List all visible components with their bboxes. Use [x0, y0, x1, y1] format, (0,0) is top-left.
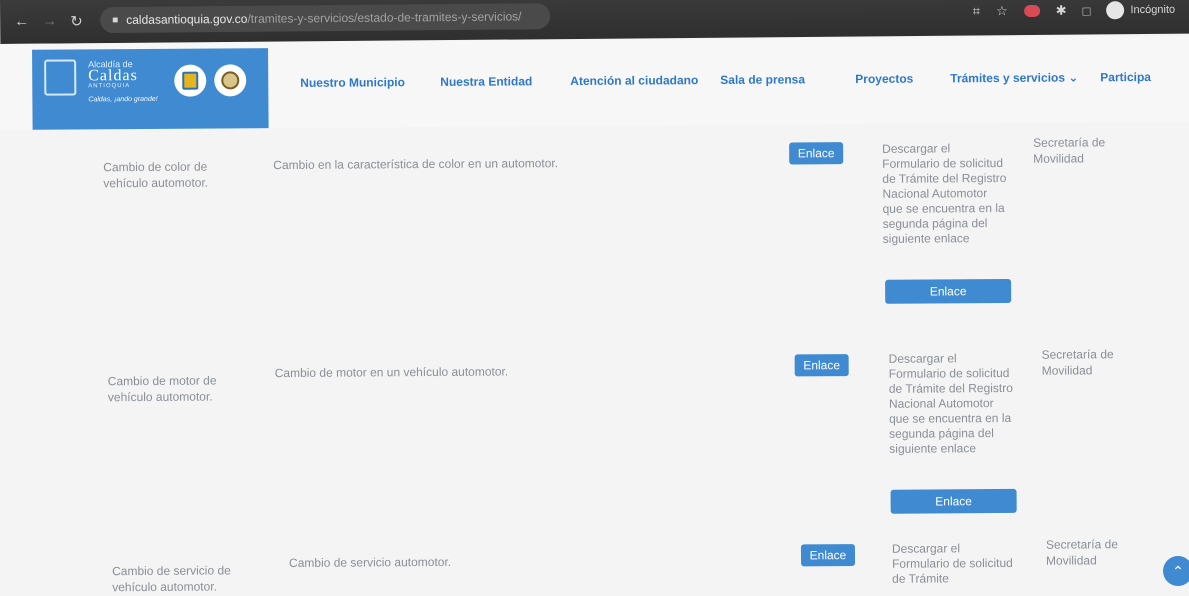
- tramites-table: Cambio de color de vehículo automotor. C…: [0, 122, 1189, 596]
- department: Secretaría de Movilidad: [1041, 347, 1114, 378]
- extension-icon[interactable]: [1023, 4, 1040, 18]
- star-icon[interactable]: ☆: [996, 3, 1008, 19]
- qr-code-icon[interactable]: ⌗: [973, 3, 980, 19]
- menu-item-participa[interactable]: Participa: [1100, 70, 1151, 84]
- menu-item-atencion-ciudadano[interactable]: Atención al ciudadano: [570, 73, 698, 88]
- table-row: Cambio de motor de vehículo automotor. C…: [2, 347, 1189, 514]
- reload-icon[interactable]: ↻: [70, 12, 83, 30]
- url-domain: caldasantioquia.gov.co: [126, 11, 248, 27]
- tramite-description: Cambio de motor en un vehículo automotor…: [274, 364, 509, 381]
- logo-slogan: Caldas, ¡ando grande!: [88, 95, 158, 104]
- menu-item-proyectos[interactable]: Proyectos: [855, 72, 913, 86]
- colombia-seal-icon: [214, 64, 247, 97]
- url-path: /tramites-y-servicios/estado-de-tramites…: [247, 9, 522, 26]
- department: Secretaría de Movilidad: [1033, 135, 1106, 166]
- enlace-button[interactable]: Enlace: [800, 544, 856, 567]
- tramite-name: Cambio de motor de vehículo automotor.: [107, 373, 217, 405]
- enlace-button[interactable]: Enlace: [789, 142, 844, 165]
- form-instructions: Descargar el Formulario de solicitud de …: [888, 351, 1013, 456]
- incognito-badge[interactable]: Incógnito: [1106, 1, 1175, 20]
- menu-label-tramites: Trámites y servicios: [950, 70, 1066, 86]
- coat-of-arms-icon: [44, 59, 77, 96]
- enlace-button[interactable]: Enlace: [794, 354, 849, 377]
- chevron-down-icon: ⌄: [1068, 70, 1079, 85]
- form-instructions: Descargar el Formulario de solicitud de …: [891, 541, 1013, 586]
- department: Secretaría de Movilidad: [1045, 537, 1119, 568]
- menu-item-tramites-servicios[interactable]: Trámites y servicios ⌄: [950, 70, 1078, 85]
- tramite-description: Cambio en la característica de color en …: [273, 156, 559, 173]
- tramite-description: Cambio de servicio automotor.: [288, 554, 452, 570]
- site-logo[interactable]: Alcaldía de Caldas ANTIOQUIA Caldas, ¡an…: [32, 48, 269, 130]
- forward-arrow-icon[interactable]: →: [42, 13, 57, 30]
- menu-item-nuestro-municipio[interactable]: Nuestro Municipio: [300, 75, 405, 90]
- menu-item-sala-de-prensa[interactable]: Sala de prensa: [720, 72, 805, 87]
- logo-line3: ANTIOQUIA: [88, 83, 131, 90]
- side-panel-icon[interactable]: □: [1083, 3, 1091, 18]
- back-arrow-icon[interactable]: ←: [14, 13, 29, 30]
- incognito-icon: [1106, 1, 1125, 20]
- form-instructions: Descargar el Formulario de solicitud de …: [882, 141, 1007, 246]
- address-bar[interactable]: ■ caldasantioquia.gov.co /tramites-y-ser…: [100, 3, 551, 34]
- antioquia-seal-icon: [174, 64, 207, 97]
- toolbar-actions: ⌗ ☆ ✱ □ Incógnito: [973, 1, 1176, 21]
- chevron-up-icon: ⌃: [1172, 562, 1184, 579]
- site-header: Alcaldía de Caldas ANTIOQUIA Caldas, ¡an…: [0, 35, 1189, 130]
- table-row: Cambio de color de vehículo automotor. C…: [0, 135, 1189, 304]
- tramite-name: Cambio de servicio de vehículo automotor…: [112, 563, 231, 595]
- menu-item-nuestra-entidad[interactable]: Nuestra Entidad: [440, 74, 532, 89]
- tramite-name: Cambio de color de vehículo automotor.: [103, 159, 209, 191]
- lock-icon: ■: [112, 14, 119, 26]
- puzzle-icon[interactable]: ✱: [1056, 3, 1067, 19]
- table-row: Cambio de servicio de vehículo automotor…: [3, 537, 1189, 594]
- scroll-to-top-button[interactable]: ⌃: [1163, 556, 1189, 586]
- form-enlace-button[interactable]: Enlace: [890, 488, 1017, 514]
- incognito-label: Incógnito: [1130, 3, 1176, 17]
- form-enlace-button[interactable]: Enlace: [885, 278, 1012, 304]
